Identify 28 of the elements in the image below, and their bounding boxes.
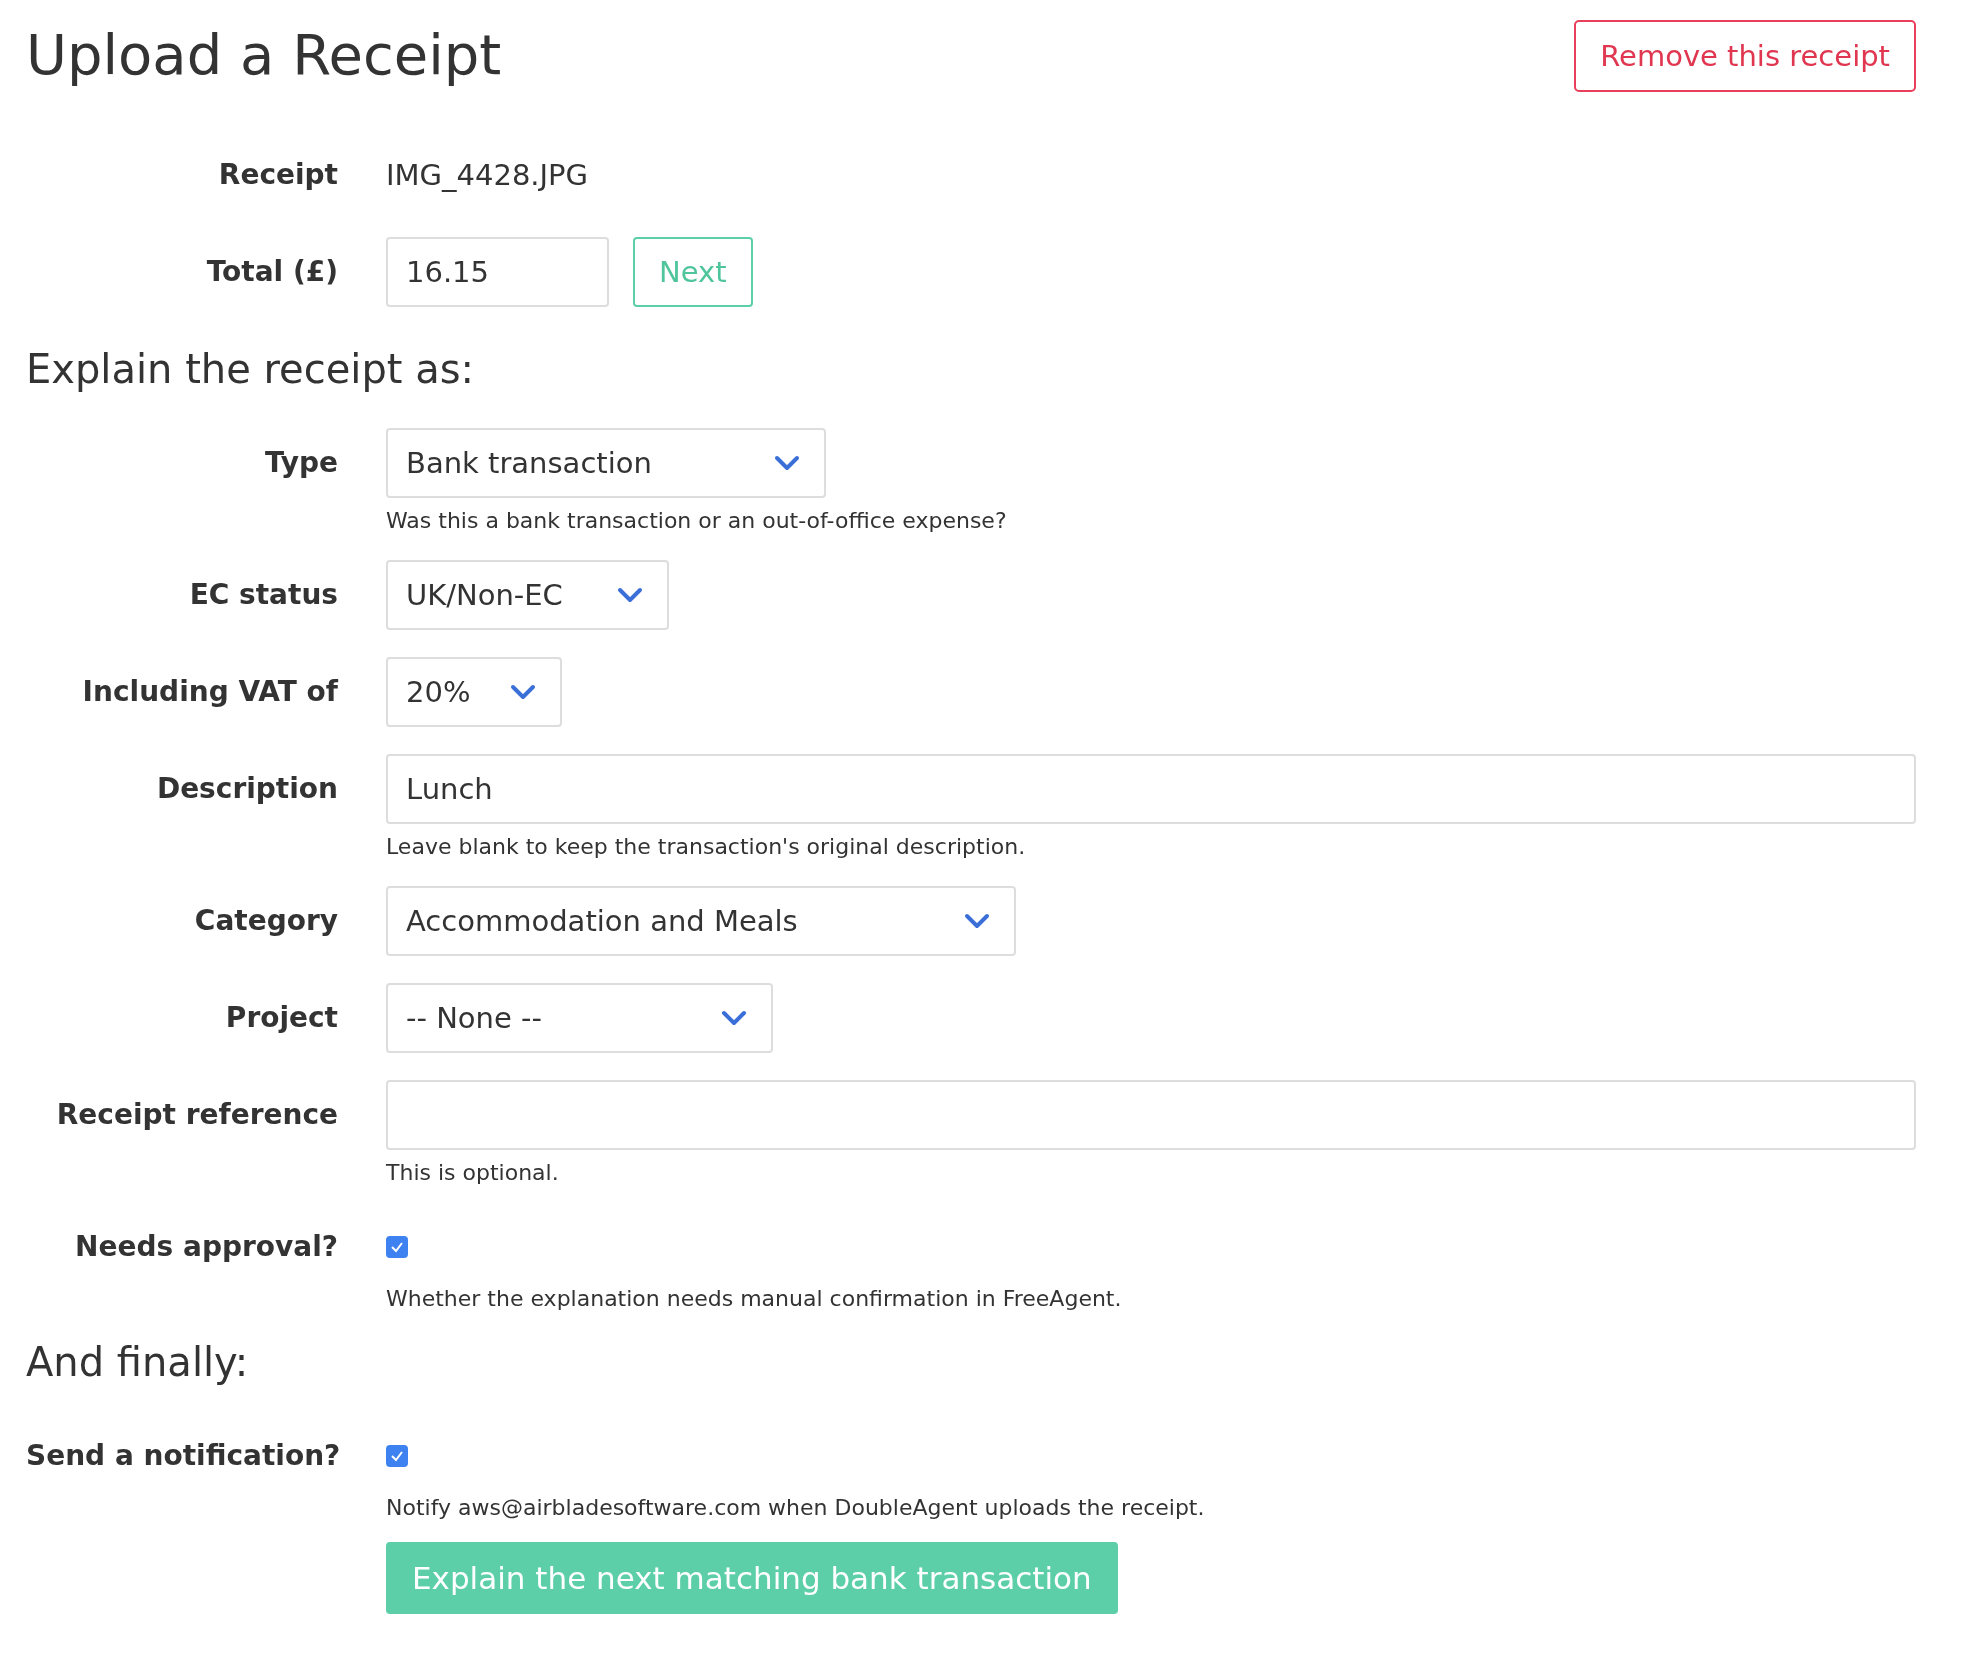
help-text: Whether the explanation needs manual confirmation in FreeAgent. bbox=[386, 1286, 1122, 1311]
file-name: IMG_4428.JPG bbox=[386, 157, 589, 194]
total-field[interactable]: 16.15 bbox=[386, 237, 609, 307]
section-heading: And finally: bbox=[26, 1339, 250, 1385]
field-label: Send a notification? bbox=[26, 1438, 338, 1474]
field-label: Project bbox=[224, 1000, 338, 1036]
dropdown[interactable]: Accommodation and Meals bbox=[386, 886, 1016, 956]
field-label: Receipt reference bbox=[55, 1097, 338, 1133]
help-text: This is optional. bbox=[386, 1160, 559, 1185]
dropdown[interactable]: 20% bbox=[386, 657, 562, 727]
help-text: Was this a bank transaction or an out-of-office expense? bbox=[386, 508, 1007, 533]
field-label: Needs approval? bbox=[74, 1229, 338, 1265]
section-heading: Explain the receipt as: bbox=[26, 346, 475, 392]
dropdown[interactable]: Bank transaction bbox=[386, 428, 826, 498]
field-label: EC status bbox=[188, 577, 338, 613]
page-title: Upload a Receipt bbox=[26, 22, 502, 87]
field-label: Receipt bbox=[217, 157, 338, 193]
dropdown[interactable]: UK/Non-EC bbox=[386, 560, 669, 630]
field-label: Description bbox=[155, 771, 338, 807]
field-label: Including VAT of bbox=[81, 674, 338, 710]
remove-receipt-button[interactable]: Remove this receipt bbox=[1574, 20, 1916, 92]
field-label: Type bbox=[263, 445, 338, 481]
field-label: Total (£) bbox=[205, 254, 338, 290]
dropdown[interactable]: -- None -- bbox=[386, 983, 773, 1053]
help-text: Notify aws@airbladesoftware.com when DoubleAgent uploads the receipt. bbox=[386, 1495, 1205, 1520]
field-label: Category bbox=[193, 903, 338, 939]
text-field[interactable]: Lunch bbox=[386, 754, 1916, 824]
help-text: Leave blank to keep the transaction's original description. bbox=[386, 834, 1026, 859]
